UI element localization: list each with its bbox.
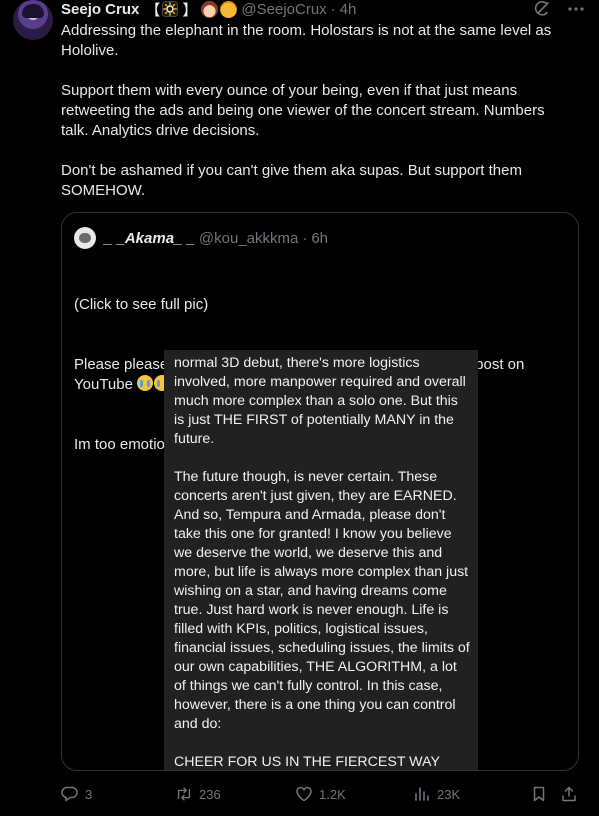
- like-count: 1.2K: [319, 786, 346, 802]
- reply-button[interactable]: 3: [61, 784, 92, 804]
- repost-button[interactable]: 236: [175, 784, 221, 804]
- repost-icon: [177, 787, 191, 801]
- top-icons: [533, 0, 585, 18]
- woman-face-emoji: [201, 0, 219, 18]
- tweet-time[interactable]: 4h: [340, 1, 357, 18]
- sun-icon: [162, 1, 179, 17]
- quoted-time: 6h: [311, 229, 329, 247]
- reply-count: 3: [85, 786, 93, 802]
- cat-face-emoji: [220, 0, 238, 18]
- bookmark-button[interactable]: [530, 784, 548, 804]
- reply-icon: [61, 786, 78, 802]
- grok-icon[interactable]: [533, 0, 551, 18]
- loudly-crying-face-emoji: [137, 375, 154, 391]
- author-handle[interactable]: @SeejoCrux: [241, 1, 326, 18]
- action-bar: 3 236 1.2K 23K: [61, 784, 581, 804]
- quoted-header: _ _Akama_ _ @kou_akkkma · 6h: [74, 227, 329, 249]
- bracket-open: 【: [145, 1, 161, 19]
- quoted-image[interactable]: normal 3D debut, there's more logistics …: [164, 350, 478, 770]
- quoted-line-1: (Click to see full pic): [74, 296, 209, 313]
- image-text: normal 3D debut, there's more logistics …: [174, 355, 470, 770]
- bracket-close: 】: [182, 1, 198, 19]
- tweet-text: Addressing the elephant in the room. Hol…: [61, 22, 552, 199]
- quoted-avatar: [74, 227, 96, 249]
- tweet-header: Seejo Crux 【 】 @SeejoCrux · 4h: [61, 0, 357, 19]
- quoted-tweet[interactable]: _ _Akama_ _ @kou_akkkma · 6h (Click to s…: [61, 212, 579, 771]
- author-avatar[interactable]: [13, 0, 53, 40]
- views-icon: [415, 787, 429, 801]
- bookmark-icon: [533, 786, 545, 802]
- views-count: 23K: [437, 786, 461, 802]
- separator-dot: ·: [330, 0, 336, 18]
- quoted-author-handle: @kou_akkkma: [198, 229, 299, 247]
- quoted-separator: ·: [302, 229, 308, 247]
- views-button[interactable]: 23K: [413, 784, 460, 804]
- share-icon: [562, 786, 576, 802]
- tweet: Seejo Crux 【 】 @SeejoCrux · 4h Addressin…: [0, 0, 599, 816]
- quoted-author-name: _ _Akama_ _: [104, 229, 195, 247]
- like-button[interactable]: 1.2K: [295, 784, 346, 804]
- author-name[interactable]: Seejo Crux: [61, 1, 139, 18]
- share-button[interactable]: [560, 784, 578, 804]
- repost-count: 236: [199, 786, 221, 802]
- more-icon[interactable]: [567, 0, 585, 18]
- heart-icon: [296, 786, 312, 802]
